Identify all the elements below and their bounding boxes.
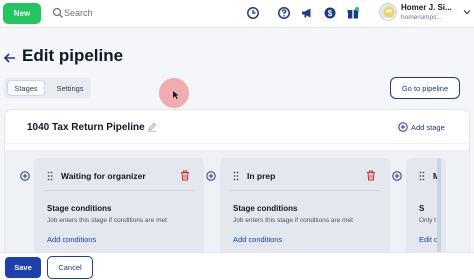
back-arrow-icon[interactable]	[3, 52, 16, 64]
plus-circle-icon	[398, 122, 408, 132]
new-button[interactable]: New	[3, 3, 41, 24]
add-conditions-link[interactable]: Add conditions	[47, 235, 96, 244]
trash-icon[interactable]	[180, 170, 190, 181]
conditions-description: Only t	[419, 217, 436, 224]
search-icon	[52, 7, 63, 18]
stage-name: In prep	[247, 171, 276, 181]
search-input[interactable]	[64, 5, 184, 21]
add-stage-button[interactable]: Add stage	[398, 122, 445, 132]
tab-stages[interactable]: Stages	[7, 80, 45, 96]
avatar[interactable]	[379, 3, 397, 21]
page-title: Edit pipeline	[22, 46, 124, 65]
pipeline-name: 1040 Tax Return Pipeline	[27, 122, 145, 133]
insert-stage-icon[interactable]	[206, 171, 216, 181]
conditions-title: Stage conditions	[47, 204, 112, 213]
trash-icon[interactable]	[366, 170, 376, 181]
conditions-description: Job enters this stage if conditions are …	[47, 217, 167, 224]
svg-text:$: $	[328, 9, 333, 18]
insert-stage-icon[interactable]	[392, 171, 402, 181]
cursor-icon	[173, 91, 179, 99]
pencil-icon[interactable]	[147, 122, 157, 132]
conditions-description: Job enters this stage if conditions are …	[233, 217, 353, 224]
stage-divider	[44, 190, 194, 191]
dollar-icon[interactable]: $	[323, 6, 337, 20]
chevron-down-icon[interactable]	[463, 8, 471, 16]
drag-handle-icon[interactable]	[233, 171, 239, 181]
vertical-scrollbar[interactable]	[437, 158, 441, 258]
megaphone-icon[interactable]	[300, 6, 314, 20]
stage-card: Waiting for organizer Stage conditions J…	[34, 158, 204, 258]
gift-icon[interactable]	[346, 6, 360, 20]
help-icon[interactable]	[277, 6, 291, 20]
user-name[interactable]: Homer J. Si...	[401, 3, 461, 12]
add-conditions-link[interactable]: Add conditions	[233, 235, 282, 244]
tab-settings[interactable]: Settings	[50, 80, 90, 96]
clock-icon[interactable]	[246, 6, 260, 20]
stage-divider	[230, 190, 380, 191]
edit-conditions-link[interactable]: Edit c	[419, 235, 438, 244]
cancel-button[interactable]: Cancel	[47, 256, 93, 279]
conditions-title: Stage conditions	[233, 204, 298, 213]
stage-name: Waiting for organizer	[61, 171, 146, 181]
go-to-pipeline-button[interactable]: Go to pipeline	[390, 77, 460, 99]
add-stage-label: Add stage	[411, 122, 445, 132]
tab-group: Stages Settings	[4, 78, 91, 98]
save-button[interactable]: Save	[5, 257, 41, 278]
stage-card: In prep Stage conditions Job enters this…	[220, 158, 390, 258]
drag-handle-icon[interactable]	[419, 171, 425, 181]
divider	[5, 143, 469, 144]
user-email: homersimps...	[401, 14, 442, 21]
conditions-title: S	[419, 204, 425, 213]
drag-handle-icon[interactable]	[47, 171, 53, 181]
insert-stage-icon[interactable]	[20, 171, 30, 181]
